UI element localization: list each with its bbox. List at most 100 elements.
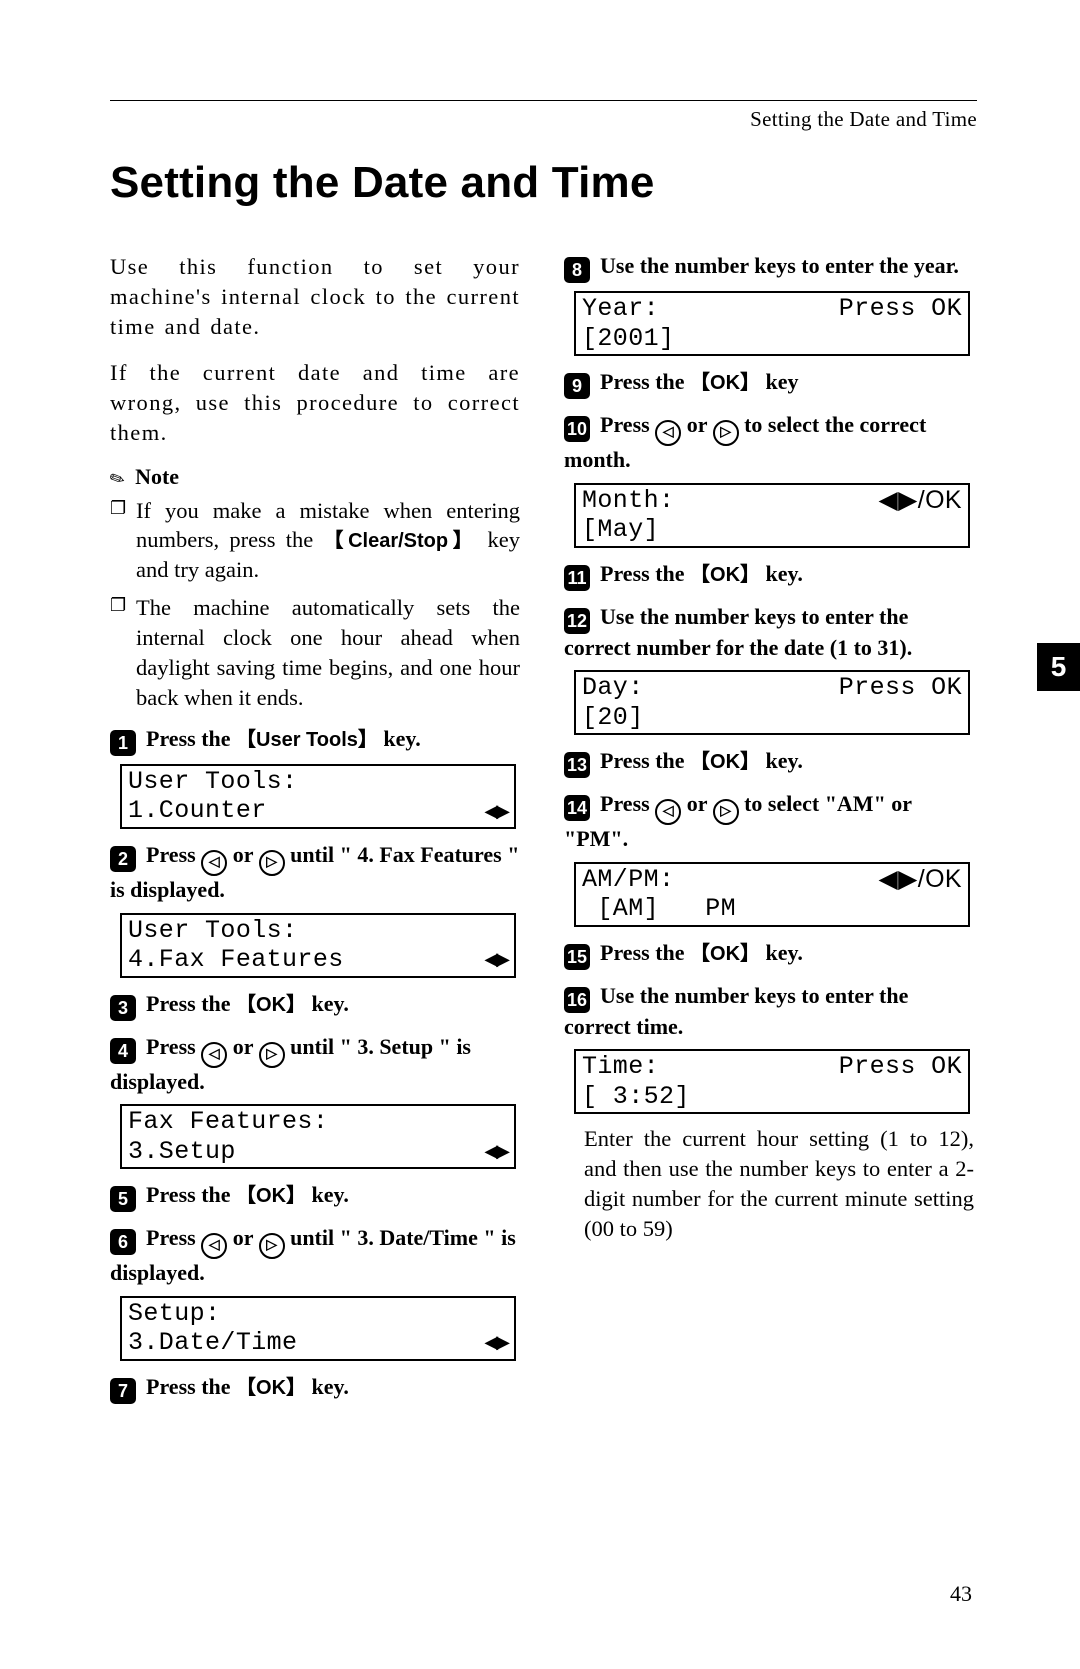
step-text: Press the OK key.	[600, 940, 803, 965]
intro-paragraph-2: If the current date and time are wrong, …	[110, 358, 520, 448]
lcd-line1b: Press OK	[839, 294, 962, 324]
lcd-line2: [20]	[582, 703, 644, 733]
lcd-line2: [May]	[582, 515, 659, 545]
lcd-line1b: Press OK	[839, 1052, 962, 1082]
lcd-display-6: Month:◀▶/OK [May]	[574, 483, 970, 548]
t: or	[227, 842, 258, 867]
lcd-line1a: AM/PM:	[582, 865, 674, 895]
header-rule	[110, 100, 977, 101]
lcd-line2: 3.Date/Time	[128, 1328, 297, 1358]
t: key.	[760, 561, 803, 586]
ok-key: OK	[690, 564, 760, 586]
t: Press	[146, 842, 201, 867]
step-badge: 15	[564, 944, 590, 970]
step-3: 3 Press the OK key.	[110, 990, 520, 1021]
t: or	[681, 412, 712, 437]
t: Press the	[600, 561, 690, 586]
page-number: 43	[950, 1581, 972, 1607]
running-header: Setting the Date and Time	[110, 107, 977, 132]
step-badge: 16	[564, 987, 590, 1013]
lr-arrow-icon: ◀▶	[484, 949, 508, 970]
step-badge: 7	[110, 1378, 136, 1404]
ok-key: OK	[236, 994, 306, 1016]
lcd-line2: 1.Counter	[128, 796, 267, 826]
step-badge: 2	[110, 846, 136, 872]
left-arrow-key-icon: ◁	[201, 1233, 227, 1259]
step-badge: 8	[564, 257, 590, 283]
note-item-2: The machine automatically sets the inter…	[110, 593, 520, 713]
ok-key: OK	[690, 372, 760, 394]
left-arrow-key-icon: ◁	[655, 799, 681, 825]
ok-key: OK	[236, 1185, 306, 1207]
step-text: Use the number keys to enter the correct…	[564, 604, 912, 660]
lcd-display-8: AM/PM:◀▶/OK [AM] PM	[574, 862, 970, 927]
step-5: 5 Press the OK key.	[110, 1181, 520, 1212]
t: Press the	[600, 748, 690, 773]
step-15: 15 Press the OK key.	[564, 939, 974, 970]
step-8: 8 Use the number keys to enter the year.	[564, 252, 974, 283]
step-10: 10 Press ◁ or ▷ to select the correct mo…	[564, 411, 974, 475]
section-tab: 5	[1037, 643, 1080, 691]
step-text: Press the OK key.	[600, 748, 803, 773]
step-text: Press the OK key	[600, 369, 799, 394]
step-text: Press the OK key.	[146, 991, 349, 1016]
step-16: 16 Use the number keys to enter the corr…	[564, 982, 974, 1042]
lcd-line1a: Year:	[582, 294, 659, 324]
left-arrow-key-icon: ◁	[201, 1042, 227, 1068]
step-badge: 5	[110, 1186, 136, 1212]
step-badge: 13	[564, 752, 590, 778]
right-arrow-key-icon: ▷	[259, 1233, 285, 1259]
ok-key: OK	[236, 1377, 306, 1399]
step-badge: 4	[110, 1038, 136, 1064]
right-arrow-key-icon: ▷	[713, 799, 739, 825]
step-post: key.	[378, 726, 421, 751]
clear-stop-key: Clear/Stop	[323, 530, 477, 552]
step-2: 2 Press ◁ or ▷ until " 4. Fax Features "…	[110, 841, 520, 905]
t: key.	[306, 1374, 349, 1399]
lr-arrow-icon: ◀▶	[484, 1332, 508, 1353]
lcd-display-5: Year: Press OK [2001]	[574, 291, 970, 356]
step-text: Press ◁ or ▷ until " 4. Fax Features " i…	[110, 842, 519, 902]
lcd-line1: Setup:	[128, 1299, 220, 1329]
columns: Use this function to set your machine's …	[110, 252, 977, 1412]
lcd-display-9: Time:Press OK [ 3:52]	[574, 1049, 970, 1114]
t: key.	[760, 748, 803, 773]
t: Press the	[146, 1182, 236, 1207]
step-text: Press the OK key.	[600, 561, 803, 586]
note-heading: ✎ Note	[110, 464, 520, 490]
step-text: Press the OK key.	[146, 1374, 349, 1399]
left-arrow-key-icon: ◁	[201, 850, 227, 876]
step-14: 14 Press ◁ or ▷ to select "AM" or "PM".	[564, 790, 974, 854]
lcd-display-1: User Tools: 1.Counter◀▶	[120, 764, 516, 829]
pencil-icon: ✎	[106, 466, 129, 491]
page: Setting the Date and Time Setting the Da…	[110, 100, 977, 1412]
right-arrow-key-icon: ▷	[259, 1042, 285, 1068]
lr-arrow-icon: ◀▶	[484, 801, 508, 822]
step-9: 9 Press the OK key	[564, 368, 974, 399]
lcd-display-7: Day: Press OK [20]	[574, 670, 970, 735]
lcd-display-2: User Tools: 4.Fax Features ◀▶	[120, 913, 516, 978]
lcd-line1a: Day:	[582, 673, 644, 703]
t: Press the	[600, 940, 690, 965]
page-title: Setting the Date and Time	[110, 158, 977, 208]
lcd-line1b: Press OK	[839, 673, 962, 703]
lcd-line2: [2001]	[582, 324, 674, 354]
trailer-paragraph: Enter the current hour setting (1 to 12)…	[584, 1124, 974, 1244]
step-badge: 11	[564, 565, 590, 591]
step-text: Use the number keys to enter the correct…	[564, 983, 908, 1039]
right-arrow-key-icon: ▷	[259, 850, 285, 876]
step-badge: 1	[110, 730, 136, 756]
step-12: 12 Use the number keys to enter the corr…	[564, 603, 974, 663]
note-item-1: If you make a mistake when entering numb…	[110, 496, 520, 586]
t: or	[681, 791, 712, 816]
lrok-indicator: ◀▶/OK	[878, 865, 962, 895]
t: or	[227, 1034, 258, 1059]
step-text: Use the number keys to enter the year.	[600, 253, 959, 278]
step-badge: 3	[110, 995, 136, 1021]
lcd-line1: Fax Features:	[128, 1107, 328, 1137]
t: key.	[306, 1182, 349, 1207]
step-badge: 9	[564, 373, 590, 399]
lcd-line1: User Tools:	[128, 916, 297, 946]
lcd-line2: 4.Fax Features	[128, 945, 344, 975]
step-text: Press the User Tools key.	[146, 726, 421, 751]
